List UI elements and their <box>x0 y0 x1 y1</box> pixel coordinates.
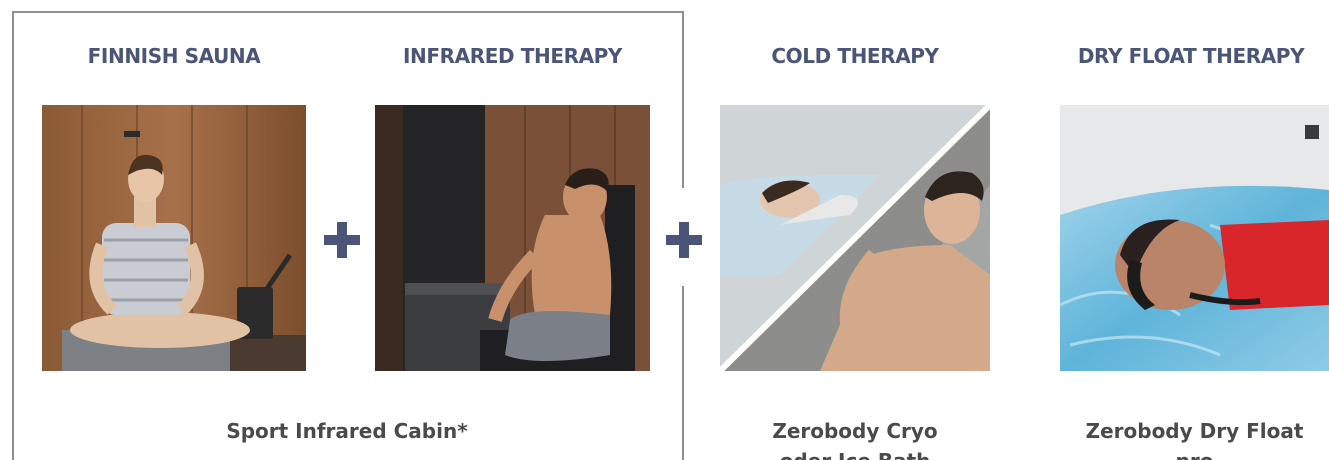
caption-cold-line1: Zerobody Cryo <box>772 419 938 443</box>
caption-cold-therapy-product: Zerobody Cryo oder Ice Bath <box>720 416 990 460</box>
caption-float-line1: Zerobody Dry Float <box>1085 419 1304 443</box>
infrared-therapy-photo[interactable] <box>375 105 650 371</box>
dry-float-therapy-photo[interactable] <box>1060 105 1329 371</box>
caption-sport-infrared-cabin: Sport Infrared Cabin* <box>226 419 468 443</box>
title-infrared-therapy: INFRARED THERAPY <box>402 44 622 68</box>
therapy-comparison-section: FINNISH SAUNA INFRARED THERAPY COLD THER… <box>0 0 1329 460</box>
caption-float-line2: pro <box>1060 446 1329 460</box>
caption-dry-float-product: Zerobody Dry Float pro <box>1060 416 1329 460</box>
plus-icon-vertical-bar <box>337 222 347 258</box>
title-dry-float-therapy: DRY FLOAT THERAPY <box>1077 44 1305 68</box>
plus-icon <box>324 222 360 258</box>
caption-cold-line2: oder Ice Bath <box>720 446 990 460</box>
finnish-sauna-photo[interactable] <box>42 105 306 371</box>
plus-icon <box>666 222 702 258</box>
title-finnish-sauna: FINNISH SAUNA <box>87 44 261 68</box>
cold-therapy-photo[interactable] <box>720 105 990 371</box>
title-cold-therapy: COLD THERAPY <box>771 44 939 68</box>
plus-icon-vertical-bar <box>679 222 689 258</box>
